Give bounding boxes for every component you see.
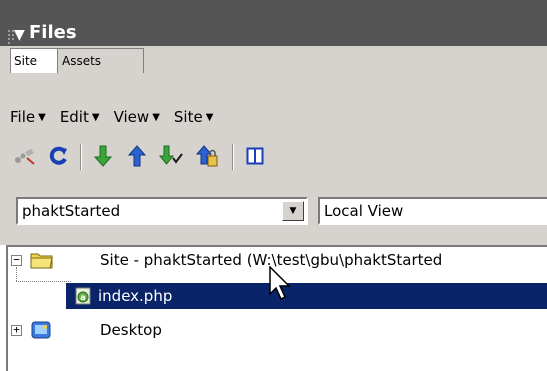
mouse-cursor-icon <box>269 266 291 301</box>
collapse-icon[interactable]: − <box>11 254 22 266</box>
put-files-button[interactable] <box>122 140 152 172</box>
menu-caret-icon: ▼ <box>205 111 214 123</box>
tab-assets[interactable]: Assets <box>57 48 144 73</box>
folder-icon <box>30 253 53 269</box>
menu-view[interactable]: View ▼ <box>114 105 160 129</box>
menu-edit[interactable]: Edit ▼ <box>60 105 100 129</box>
tree-connector <box>16 281 71 282</box>
refresh-icon <box>49 146 67 165</box>
check-out-button[interactable] <box>156 140 186 172</box>
toolbar-separator <box>232 144 234 170</box>
menu-caret-icon: ▼ <box>38 111 46 123</box>
menu-site[interactable]: Site ▼ <box>174 105 214 129</box>
tab-site[interactable]: Site <box>10 48 58 73</box>
refresh-button[interactable] <box>43 140 73 172</box>
connect-icon <box>15 149 35 165</box>
menu-caret-icon: ▼ <box>152 111 160 123</box>
panel-title: Files <box>29 22 77 43</box>
file-tree: − Site - phaktStarted (W:\test\gbu\phakt… <box>6 245 547 371</box>
check-in-icon <box>195 145 218 167</box>
expand-icon[interactable]: + <box>11 324 22 336</box>
check-in-button[interactable] <box>192 140 222 172</box>
desktop-icon <box>31 321 51 339</box>
connect-button[interactable] <box>10 140 40 172</box>
tree-row-desktop[interactable]: + Desktop <box>8 317 547 343</box>
panel-title-bar[interactable]: ▼ Files <box>0 0 547 46</box>
view-select[interactable]: Local View <box>318 197 547 225</box>
php-file-icon: a <box>75 287 91 305</box>
get-files-button[interactable] <box>88 140 118 172</box>
index-php-label: index.php <box>98 287 173 305</box>
expand-panel-button[interactable] <box>240 140 270 172</box>
menu-site-label: Site <box>173 108 203 126</box>
menu-bar: File ▼ Edit ▼ View ▼ Site ▼ <box>10 105 213 129</box>
expand-panel-icon <box>246 147 264 165</box>
toolbar <box>10 140 547 172</box>
put-files-icon <box>127 145 147 167</box>
desktop-label: Desktop <box>100 321 162 339</box>
get-files-icon <box>93 145 113 167</box>
toolbar-separator <box>80 144 82 170</box>
svg-text:a: a <box>80 293 85 302</box>
site-select[interactable]: phaktStarted ▼ <box>16 197 308 225</box>
menu-view-label: View <box>113 108 150 126</box>
tab-site-label: Site <box>14 54 38 68</box>
collapse-arrow-icon[interactable]: ▼ <box>14 27 25 43</box>
tab-assets-label: Assets <box>62 54 102 68</box>
site-select-value: phaktStarted <box>22 202 121 220</box>
dropdown-arrow-icon[interactable]: ▼ <box>282 201 304 221</box>
menu-caret-icon: ▼ <box>91 111 100 123</box>
menu-file[interactable]: File ▼ <box>10 105 46 129</box>
menu-edit-label: Edit <box>59 108 89 126</box>
view-select-value: Local View <box>324 202 404 220</box>
menu-file-label: File <box>10 108 36 126</box>
tree-row-index-php[interactable]: a index.php <box>66 283 547 309</box>
check-out-icon <box>158 145 183 165</box>
